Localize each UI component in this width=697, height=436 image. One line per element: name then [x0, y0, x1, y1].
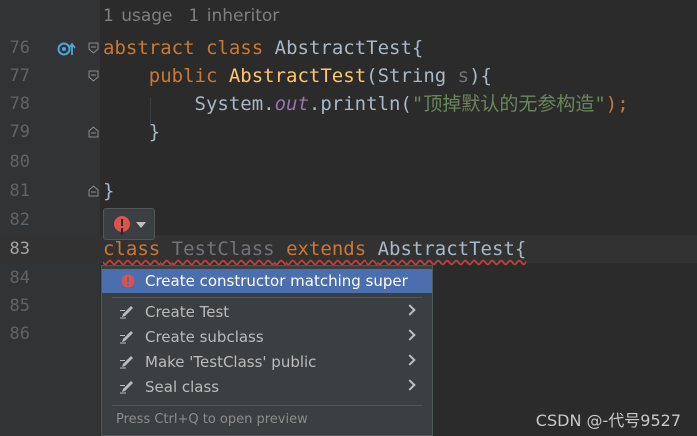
- code-line-79[interactable]: 79 }: [0, 118, 697, 146]
- intention-bulb-button[interactable]: [103, 208, 155, 240]
- code-line-77[interactable]: 77 public AbstractTest(String s){: [0, 62, 697, 90]
- code-text[interactable]: }: [103, 118, 160, 146]
- error-bulb-icon: [121, 274, 135, 288]
- preview-hint: Press Ctrl+Q to open preview: [116, 412, 308, 427]
- line-number: 79: [9, 122, 30, 142]
- menu-item-create-subclass[interactable]: Create subclass: [102, 325, 432, 349]
- menu-item-create-test[interactable]: Create Test: [102, 300, 432, 324]
- code-line-78[interactable]: 78 System.out.println("顶掉默认的无参构造");: [0, 90, 697, 118]
- intention-pencil-icon: [120, 356, 133, 369]
- intention-pencil-icon: [120, 331, 133, 344]
- code-line-80[interactable]: 80: [0, 148, 697, 176]
- intention-pencil-icon: [120, 381, 133, 394]
- fold-open-icon[interactable]: [88, 70, 99, 82]
- menu-separator: [112, 297, 422, 298]
- line-number: 83: [9, 239, 30, 259]
- code-line-81[interactable]: 81 }: [0, 177, 697, 205]
- line-number: 80: [9, 152, 30, 172]
- chevron-right-icon: [404, 329, 416, 341]
- code-text[interactable]: class TestClass extends AbstractTest{: [103, 235, 526, 263]
- code-text[interactable]: abstract class AbstractTest{: [103, 34, 423, 62]
- line-number: 78: [9, 94, 30, 114]
- chevron-down-icon: [136, 222, 146, 228]
- line-number: 82: [9, 210, 30, 230]
- code-line-76[interactable]: 76 abstract class AbstractTest{: [0, 34, 697, 62]
- code-vision-hints[interactable]: 1 usage 1 inheritor: [103, 6, 295, 26]
- code-text[interactable]: System.out.println("顶掉默认的无参构造");: [103, 90, 629, 118]
- line-number: 76: [9, 38, 30, 58]
- menu-item-make-public[interactable]: Make 'TestClass' public: [102, 350, 432, 374]
- error-bulb-icon: [114, 216, 130, 232]
- menu-item-label: Create constructor matching super: [145, 272, 408, 290]
- menu-item-label: Create subclass: [145, 328, 264, 346]
- fold-close-icon[interactable]: [88, 185, 99, 197]
- code-text[interactable]: public AbstractTest(String s){: [103, 62, 492, 90]
- fold-open-icon[interactable]: [88, 42, 99, 54]
- code-text[interactable]: }: [103, 177, 114, 205]
- menu-item-label: Seal class: [145, 378, 220, 396]
- line-number: 77: [9, 66, 30, 86]
- inheritors-hint[interactable]: 1 inheritor: [189, 6, 280, 26]
- usages-hint[interactable]: 1 usage: [103, 6, 173, 26]
- line-number: 81: [9, 181, 30, 201]
- menu-separator: [112, 405, 422, 406]
- line-number: 84: [9, 268, 30, 288]
- chevron-right-icon: [404, 354, 416, 366]
- fold-close-icon[interactable]: [88, 126, 99, 138]
- watermark: CSDN @-代号9527: [535, 411, 681, 430]
- chevron-right-icon: [404, 304, 416, 316]
- intention-actions-popup: Create constructor matching super Create…: [101, 265, 433, 436]
- menu-item-label: Make 'TestClass' public: [145, 353, 317, 371]
- line-number: 86: [9, 324, 30, 344]
- menu-item-create-constructor[interactable]: Create constructor matching super: [102, 269, 432, 293]
- line-number: 85: [9, 296, 30, 316]
- chevron-right-icon: [404, 379, 416, 391]
- intention-pencil-icon: [120, 306, 133, 319]
- menu-item-seal-class[interactable]: Seal class: [102, 375, 432, 399]
- menu-item-label: Create Test: [145, 303, 230, 321]
